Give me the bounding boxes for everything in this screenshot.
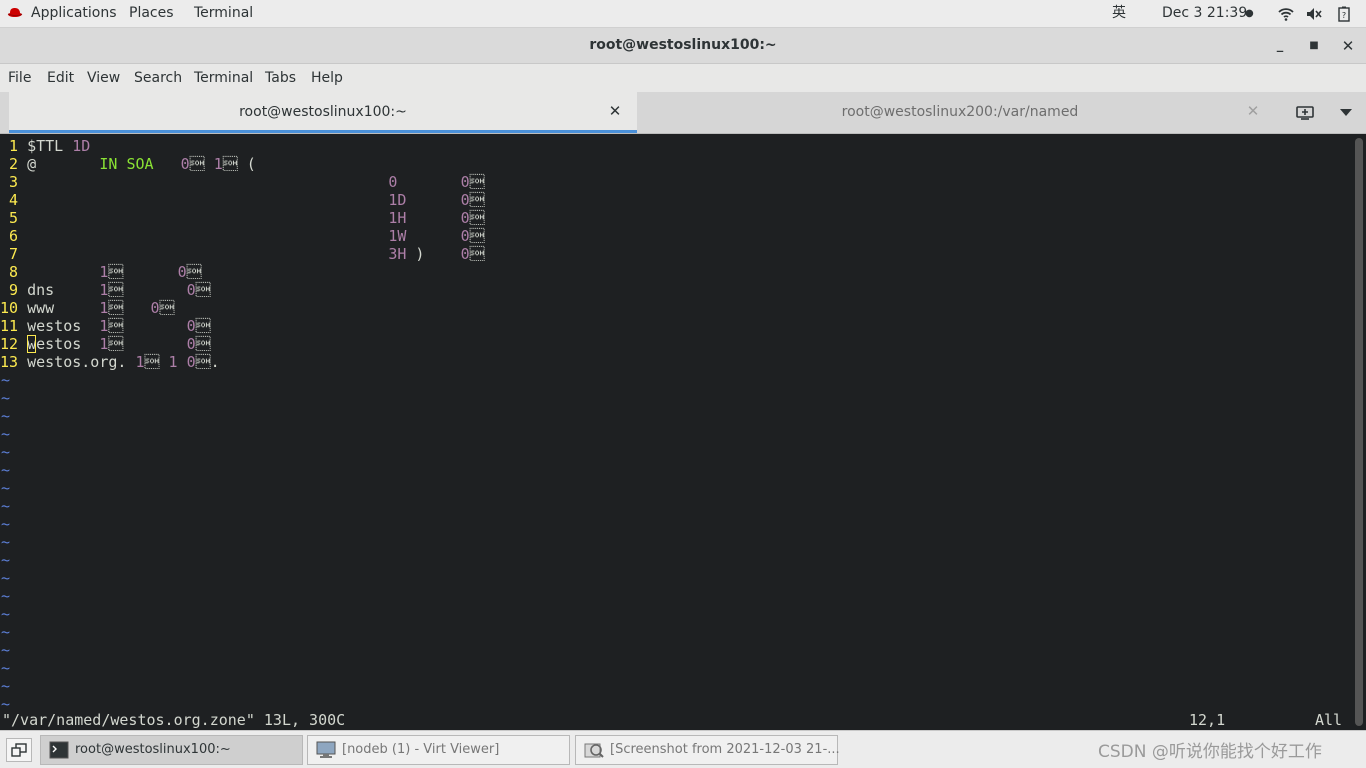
- vim-cursor-position: 12,1: [1189, 711, 1226, 729]
- notification-dot-icon: ●: [1245, 8, 1254, 19]
- new-tab-icon[interactable]: [1296, 104, 1314, 120]
- text-cursor: w: [27, 335, 37, 353]
- taskbar-item-virt-viewer[interactable]: [nodeb (1) - Virt Viewer]: [307, 735, 570, 765]
- line-number: 5: [0, 209, 19, 227]
- vim-empty-line-tilde: ~: [1, 515, 11, 533]
- menu-help[interactable]: Help: [311, 64, 343, 92]
- tab-label: root@westoslinux200:/var/named: [841, 104, 1079, 120]
- tab-label: root@westoslinux100:~: [239, 104, 407, 120]
- menu-bar: File Edit View Search Terminal Tabs Help: [0, 64, 1366, 92]
- vim-empty-line-tilde: ~: [1, 659, 11, 677]
- tab-westoslinux200[interactable]: root@westoslinux200:/var/named ✕: [645, 92, 1275, 133]
- vim-empty-line-tilde: ~: [1, 551, 11, 569]
- vim-empty-line-tilde: ~: [1, 497, 11, 515]
- menu-file[interactable]: File: [8, 64, 31, 92]
- line-number: 8: [0, 263, 19, 281]
- taskbar-item-screenshot[interactable]: [Screenshot from 2021-12-03 21-...: [575, 735, 840, 765]
- places-menu[interactable]: Places: [129, 0, 174, 27]
- window-title: root@westoslinux100:~: [589, 37, 777, 53]
- tab-westoslinux100[interactable]: root@westoslinux100:~ ✕: [9, 92, 637, 133]
- vim-empty-line-tilde: ~: [1, 443, 11, 461]
- vim-line: 5 1H 0: [0, 209, 485, 227]
- screenshot-icon: [584, 743, 604, 758]
- line-number: 4: [0, 191, 19, 209]
- task-label: [nodeb (1) - Virt Viewer]: [342, 742, 500, 757]
- top-panel: Applications Places Terminal 英 Dec 3 21:…: [0, 0, 1366, 28]
- show-desktop-icon: [11, 743, 27, 757]
- vim-empty-line-tilde: ~: [1, 425, 11, 443]
- vim-line: 11 westos 1 0: [0, 317, 211, 335]
- taskbar-item-terminal[interactable]: root@westoslinux100:~: [40, 735, 303, 765]
- vim-empty-line-tilde: ~: [1, 461, 11, 479]
- vim-line: 3 0 0: [0, 173, 485, 191]
- vim-empty-line-tilde: ~: [1, 371, 11, 389]
- redhat-logo-icon: [7, 8, 23, 17]
- show-desktop-button[interactable]: [6, 738, 32, 762]
- line-number: 11: [0, 317, 19, 335]
- vim-empty-line-tilde: ~: [1, 587, 11, 605]
- vim-empty-line-tilde: ~: [1, 677, 11, 695]
- vim-line: 9 dns 1 0: [0, 281, 211, 299]
- menu-search[interactable]: Search: [134, 64, 182, 92]
- maximize-icon[interactable]: ■: [1305, 37, 1323, 55]
- line-number: 7: [0, 245, 19, 263]
- line-number: 6: [0, 227, 19, 245]
- vim-empty-line-tilde: ~: [1, 389, 11, 407]
- applications-menu[interactable]: Applications: [31, 0, 117, 27]
- vim-line: 8 1 0: [0, 263, 202, 281]
- close-tab-icon[interactable]: ✕: [1245, 103, 1261, 119]
- menu-tabs[interactable]: Tabs: [265, 64, 296, 92]
- vim-line: 13 westos.org. 1 1 0.: [0, 353, 220, 371]
- menu-terminal[interactable]: Terminal: [194, 64, 253, 92]
- line-number: 2: [0, 155, 19, 173]
- vim-empty-line-tilde: ~: [1, 407, 11, 425]
- close-window-icon[interactable]: ✕: [1339, 37, 1357, 55]
- terminal-icon: [49, 741, 69, 759]
- terminal-area[interactable]: 1 $TTL 1D 2 @ IN SOA 0 1 ( 3 0 0 4 1D…: [0, 134, 1366, 730]
- line-number: 9: [0, 281, 19, 299]
- vim-line: 4 1D 0: [0, 191, 485, 209]
- vim-status-file: "/var/named/westos.org.zone" 13L, 300C: [2, 711, 346, 729]
- vim-empty-line-tilde: ~: [1, 641, 11, 659]
- vim-empty-line-tilde: ~: [1, 605, 11, 623]
- menu-view[interactable]: View: [87, 64, 120, 92]
- line-number: 12: [0, 335, 19, 353]
- close-tab-icon[interactable]: ✕: [607, 103, 623, 119]
- vim-empty-line-tilde: ~: [1, 533, 11, 551]
- volume-muted-icon[interactable]: [1306, 6, 1322, 22]
- vim-empty-line-tilde: ~: [1, 569, 11, 587]
- vim-empty-line-tilde: ~: [1, 623, 11, 641]
- vim-line: 7 3H ) 0: [0, 245, 485, 263]
- vim-scroll-position: All: [1315, 711, 1343, 729]
- terminal-app-menu[interactable]: Terminal: [194, 0, 253, 27]
- minimize-icon[interactable]: _: [1271, 37, 1289, 55]
- task-label: [Screenshot from 2021-12-03 21-...: [610, 742, 840, 757]
- menu-edit[interactable]: Edit: [47, 64, 74, 92]
- line-number: 1: [0, 137, 19, 155]
- terminal-scrollbar[interactable]: [1355, 138, 1363, 726]
- tab-bar: root@westoslinux100:~ ✕ root@westoslinux…: [0, 92, 1366, 134]
- monitor-icon: [316, 741, 336, 758]
- watermark: CSDN @听说你能找个好工作: [1098, 742, 1322, 762]
- task-label: root@westoslinux100:~: [75, 742, 231, 757]
- vim-empty-line-tilde: ~: [1, 479, 11, 497]
- vim-line: 2 @ IN SOA 0 1 (: [0, 155, 256, 173]
- window-titlebar[interactable]: root@westoslinux100:~ _ ■ ✕: [0, 28, 1366, 64]
- clock[interactable]: Dec 3 21:39: [1162, 0, 1247, 27]
- vim-line: 1 $TTL 1D: [0, 137, 91, 155]
- line-number: 3: [0, 173, 19, 191]
- line-number: 13: [0, 353, 19, 371]
- line-number: 10: [0, 299, 19, 317]
- wifi-icon[interactable]: [1278, 6, 1294, 22]
- vim-line: 6 1W 0: [0, 227, 485, 245]
- vim-line: 12 westos 1 0: [0, 335, 211, 353]
- svg-text:?: ?: [1342, 11, 1346, 20]
- vim-line: 10 www 1 0: [0, 299, 175, 317]
- input-method-indicator[interactable]: 英: [1112, 0, 1126, 27]
- tab-menu-chevron-down-icon[interactable]: [1340, 109, 1352, 117]
- power-status-icon[interactable]: ?: [1336, 6, 1352, 22]
